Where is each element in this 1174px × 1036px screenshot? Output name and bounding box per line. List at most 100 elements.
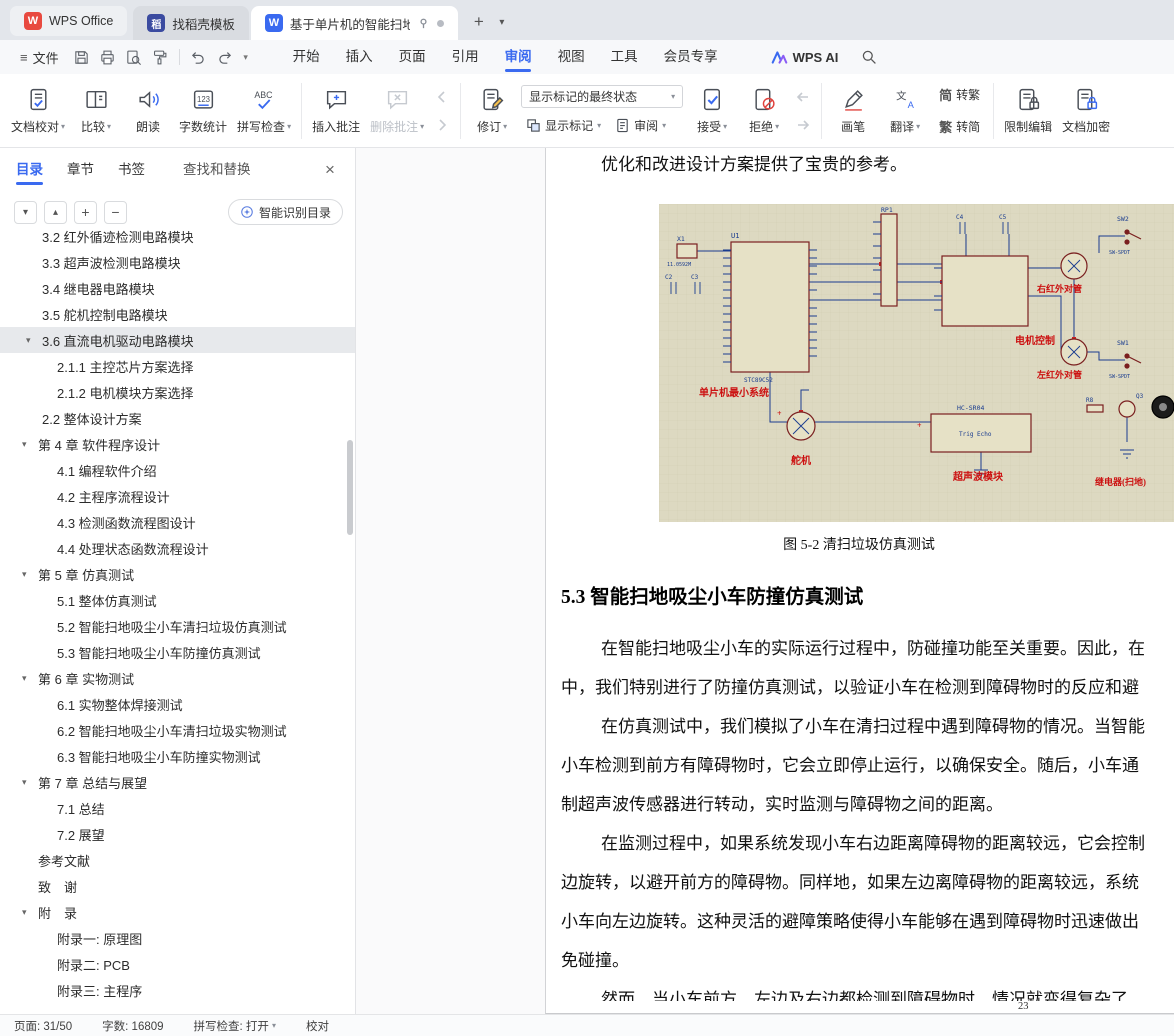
file-menu-button[interactable]: ≡ 文件 — [10, 44, 69, 70]
zoom-out-toc-button[interactable]: − — [104, 200, 127, 224]
toc-item[interactable]: 7.1 总结 — [0, 795, 355, 821]
toc-item[interactable]: 4.2 主程序流程设计 — [0, 483, 355, 509]
menu-tab[interactable]: 页面 — [386, 40, 439, 74]
sidebar-scrollbar-thumb[interactable] — [347, 440, 353, 535]
toc-item[interactable]: 附录三: 主程序 — [0, 977, 355, 1003]
expand-all-button[interactable]: ▴ — [44, 200, 67, 224]
toc-item[interactable]: 5.3 智能扫地吸尘小车防撞仿真测试 — [0, 639, 355, 665]
toc-expand-arrow-icon[interactable]: ▾ — [22, 907, 38, 918]
new-tab-button[interactable]: + — [466, 9, 492, 35]
tab-wps-office[interactable]: W WPS Office — [10, 6, 128, 36]
undo-button[interactable] — [187, 45, 211, 69]
toc-item[interactable]: 附录一: 原理图 — [0, 925, 355, 951]
toc-item[interactable]: 3.4 继电器电路模块 — [0, 275, 355, 301]
search-icon[interactable] — [856, 44, 882, 70]
toc-expand-arrow-icon[interactable]: ▾ — [22, 439, 38, 450]
tab-current-document[interactable]: W 基于单片机的智能扫地吸尘小... — [250, 6, 458, 40]
status-word-count[interactable]: 字数: 16809 — [102, 1018, 163, 1034]
status-page-count[interactable]: 页面: 31/50 — [14, 1018, 72, 1034]
show-markup-button[interactable]: 显示标记 ▾ — [521, 115, 606, 136]
tab-docer-templates[interactable]: 稻 找稻壳模板 — [133, 6, 249, 40]
collapse-all-button[interactable]: ▾ — [14, 200, 37, 224]
toc-item[interactable]: 7.2 展望 — [0, 821, 355, 847]
toc-item[interactable]: 2.2 整体设计方案 — [0, 405, 355, 431]
menu-tab[interactable]: 会员专享 — [651, 40, 731, 74]
insert-comment-button[interactable]: 插入批注 — [307, 80, 365, 142]
tab-list-chevron[interactable]: ▾ — [492, 9, 512, 35]
toc-item[interactable]: 附录二: PCB — [0, 951, 355, 977]
read-aloud-button[interactable]: 朗读 — [122, 80, 174, 142]
pin-icon[interactable] — [417, 17, 430, 30]
toc-item[interactable]: 参考文献 — [0, 847, 355, 873]
wps-ai-button[interactable]: WPS AI — [771, 50, 838, 65]
status-spell-check[interactable]: 拼写检查: 打开 ▾ — [194, 1018, 276, 1034]
document-encrypt-button[interactable]: 文档加密 — [1057, 80, 1115, 142]
track-changes-button[interactable]: 修订 ▾ — [466, 80, 518, 142]
sidebar-tab[interactable]: 章节 — [67, 148, 94, 192]
toc-item[interactable]: 6.3 智能扫地吸尘小车防撞实物测试 — [0, 743, 355, 769]
toc-item[interactable]: 4.1 编程软件介绍 — [0, 457, 355, 483]
toc-item[interactable]: ▾ 第 6 章 实物测试 — [0, 665, 355, 691]
toc-item[interactable]: 3.5 舵机控制电路模块 — [0, 301, 355, 327]
menu-tab[interactable]: 视图 — [545, 40, 598, 74]
toc-item[interactable]: 2.1.2 电机模块方案选择 — [0, 379, 355, 405]
to-traditional-button[interactable]: 简 转繁 — [934, 83, 985, 106]
spell-check-button[interactable]: ABC 拼写检查 ▾ — [232, 80, 296, 142]
compare-button[interactable]: 比较 ▾ — [70, 80, 122, 142]
translate-button[interactable]: 文A 翻译 ▾ — [879, 80, 931, 142]
menu-tab[interactable]: 工具 — [598, 40, 651, 74]
next-comment-button[interactable] — [432, 115, 452, 135]
toc-item[interactable]: 6.1 实物整体焊接测试 — [0, 691, 355, 717]
history-chevron[interactable]: ▾ — [239, 45, 253, 69]
next-change-button[interactable] — [793, 115, 813, 135]
toc-expand-arrow-icon[interactable]: ▾ — [22, 673, 38, 684]
menu-tab[interactable]: 插入 — [333, 40, 386, 74]
smart-toc-button[interactable]: 智能识别目录 — [227, 199, 343, 225]
toc-item[interactable]: 3.3 超声波检测电路模块 — [0, 249, 355, 275]
sidebar-tab[interactable]: 目录 — [16, 148, 43, 192]
markup-state-select[interactable]: 显示标记的最终状态 ▾ — [521, 85, 684, 108]
doc-proofread-button[interactable]: 文档校对 ▾ — [6, 80, 70, 142]
toc-item[interactable]: ▾ 第 7 章 总结与展望 — [0, 769, 355, 795]
toc-item[interactable]: 6.2 智能扫地吸尘小车清扫垃圾实物测试 — [0, 717, 355, 743]
toc-item[interactable]: 4.3 检测函数流程图设计 — [0, 509, 355, 535]
toc-item[interactable]: 5.2 智能扫地吸尘小车清扫垃圾仿真测试 — [0, 613, 355, 639]
restrict-editing-button[interactable]: 限制编辑 — [999, 80, 1057, 142]
delete-comment-button[interactable]: 删除批注 ▾ — [365, 80, 429, 142]
to-simplified-button[interactable]: 繁 转简 — [934, 115, 985, 138]
document-page[interactable]: 优化和改进设计方案提供了宝贵的参考。 U1 STC89C52 X1 11.059… — [545, 148, 1174, 1014]
pen-button[interactable]: 画笔 — [827, 80, 879, 142]
print-button[interactable] — [96, 45, 120, 69]
previous-comment-button[interactable] — [432, 87, 452, 107]
toc-item[interactable]: ▾ 3.6 直流电机驱动电路模块 — [0, 327, 355, 353]
toc-expand-arrow-icon[interactable]: ▾ — [26, 335, 42, 346]
toc-expand-arrow-icon[interactable]: ▾ — [22, 569, 38, 580]
zoom-in-toc-button[interactable]: + — [74, 200, 97, 224]
accept-change-button[interactable]: 接受 ▾ — [686, 80, 738, 142]
sidebar-close-icon[interactable]: × — [319, 159, 341, 181]
toc-item[interactable]: 3.2 红外循迹检测电路模块 — [0, 223, 355, 249]
toc-item[interactable]: 5.1 整体仿真测试 — [0, 587, 355, 613]
toc-item[interactable]: ▾ 附 录 — [0, 899, 355, 925]
word-count-button[interactable]: 123 字数统计 — [174, 80, 232, 142]
toc-item[interactable]: 致 谢 — [0, 873, 355, 899]
print-preview-button[interactable] — [122, 45, 146, 69]
tab-close-dot[interactable] — [436, 19, 444, 27]
toc-item[interactable]: ▾ 第 5 章 仿真测试 — [0, 561, 355, 587]
sidebar-tab[interactable]: 查找和替换 — [183, 148, 251, 192]
previous-change-button[interactable] — [793, 87, 813, 107]
redo-button[interactable] — [213, 45, 237, 69]
save-button[interactable] — [70, 45, 94, 69]
toc-item[interactable]: 2.1.1 主控芯片方案选择 — [0, 353, 355, 379]
sidebar-tab[interactable]: 书签 — [118, 148, 145, 192]
toc-item[interactable]: ▾ 第 4 章 软件程序设计 — [0, 431, 355, 457]
menu-tab[interactable]: 审阅 — [492, 40, 545, 74]
toc-item[interactable]: 4.4 处理状态函数流程设计 — [0, 535, 355, 561]
status-proofread[interactable]: 校对 — [306, 1018, 329, 1034]
toc-expand-arrow-icon[interactable]: ▾ — [22, 777, 38, 788]
menu-tab[interactable]: 引用 — [439, 40, 492, 74]
format-painter-button[interactable] — [148, 45, 172, 69]
circuit-figure[interactable]: U1 STC89C52 X1 11.0592M C2 C3 RP1 C4 C5 … — [659, 204, 1174, 522]
reject-change-button[interactable]: 拒绝 ▾ — [738, 80, 790, 142]
menu-tab[interactable]: 开始 — [280, 40, 333, 74]
